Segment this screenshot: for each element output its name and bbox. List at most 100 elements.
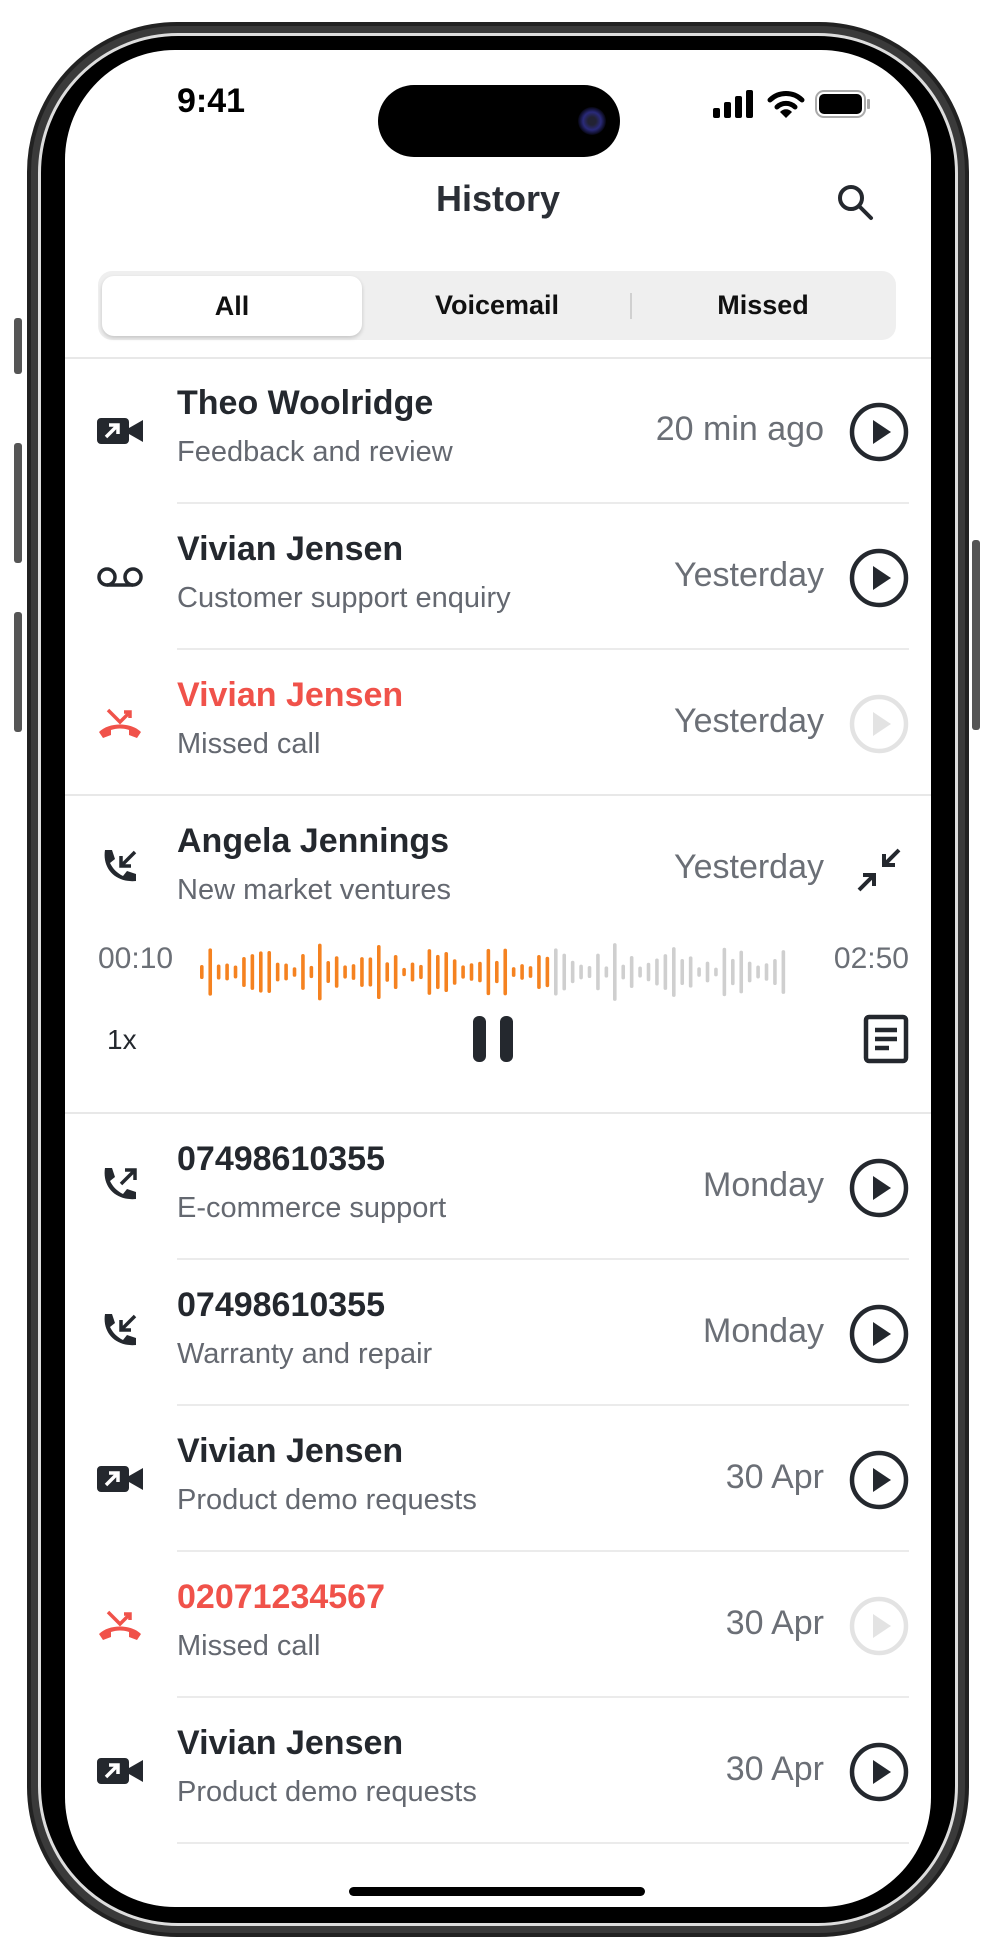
call-row[interactable]: 07498610355 E-commerce support Monday bbox=[65, 1114, 931, 1260]
play-button[interactable] bbox=[849, 402, 909, 462]
waveform-bar bbox=[739, 950, 744, 994]
waveform-bar bbox=[756, 965, 760, 979]
waveform-bar bbox=[444, 951, 449, 993]
waveform-bar bbox=[334, 956, 339, 988]
waveform-bar bbox=[579, 964, 583, 980]
power-button bbox=[972, 540, 980, 730]
waveform-bar bbox=[478, 961, 482, 983]
waveform-bar bbox=[326, 960, 331, 984]
contact-name: Vivian Jensen bbox=[177, 530, 404, 568]
contact-name: Theo Woolridge bbox=[177, 384, 434, 422]
waveform-bar bbox=[570, 960, 575, 984]
waveform-bar bbox=[461, 965, 465, 979]
waveform-bar bbox=[436, 954, 440, 990]
elapsed-time: 00:10 bbox=[98, 942, 174, 975]
waveform-bar bbox=[587, 965, 592, 979]
waveform-bar bbox=[663, 954, 668, 990]
pause-button[interactable] bbox=[471, 1014, 515, 1064]
waveform-bar bbox=[343, 965, 347, 979]
waveform-bar bbox=[318, 943, 322, 1001]
waveform-bar bbox=[613, 943, 617, 1001]
speed-button[interactable]: 1x bbox=[107, 1024, 137, 1056]
play-button[interactable] bbox=[849, 548, 909, 608]
waveform-bar bbox=[242, 956, 246, 988]
search-icon[interactable] bbox=[835, 182, 875, 222]
waveform-bar bbox=[452, 959, 457, 985]
waveform-scrubber[interactable] bbox=[200, 942, 790, 1002]
waveform-bar bbox=[284, 963, 288, 981]
play-button[interactable] bbox=[849, 1450, 909, 1510]
status-icons bbox=[713, 90, 871, 118]
screen: 9:41 History All Voicemail Missed Theo W… bbox=[65, 50, 931, 1907]
play-button[interactable] bbox=[849, 1158, 909, 1218]
voicemail-icon bbox=[95, 554, 145, 600]
wifi-icon bbox=[767, 91, 805, 118]
volume-up-button bbox=[14, 443, 22, 563]
waveform-bar bbox=[545, 956, 550, 988]
signal-icon bbox=[713, 90, 753, 118]
play-button bbox=[849, 694, 909, 754]
video-call-icon bbox=[95, 1456, 145, 1502]
waveform-bar bbox=[360, 957, 364, 987]
call-subtitle: Customer support enquiry bbox=[177, 582, 511, 614]
waveform-bar bbox=[697, 967, 701, 977]
camera-icon bbox=[578, 107, 606, 135]
call-time: Yesterday bbox=[674, 702, 824, 740]
waveform-bar bbox=[781, 950, 786, 994]
call-row[interactable]: Angela Jennings New market ventures Yest… bbox=[65, 796, 931, 942]
row-divider bbox=[177, 1842, 909, 1844]
contact-name: 07498610355 bbox=[177, 1286, 386, 1324]
waveform-bar bbox=[208, 948, 213, 996]
waveform-bar bbox=[722, 947, 727, 997]
waveform-bar bbox=[495, 960, 499, 984]
waveform-bar bbox=[537, 954, 541, 990]
tab-missed[interactable]: Missed bbox=[630, 271, 896, 340]
call-row[interactable]: Theo Woolridge Feedback and review 20 mi… bbox=[65, 358, 931, 504]
call-row[interactable]: Vivian Jensen Missed call Yesterday bbox=[65, 650, 931, 796]
waveform-bar bbox=[503, 948, 508, 996]
call-subtitle: Missed call bbox=[177, 728, 321, 760]
waveform-bar bbox=[368, 957, 373, 987]
call-time: Monday bbox=[703, 1166, 824, 1204]
waveform-bar bbox=[309, 965, 314, 979]
call-row[interactable]: 07498610355 Warranty and repair Monday bbox=[65, 1260, 931, 1406]
collapse-icon[interactable] bbox=[849, 840, 909, 900]
call-subtitle: Product demo requests bbox=[177, 1484, 477, 1516]
battery-icon bbox=[815, 90, 870, 118]
play-button[interactable] bbox=[849, 1742, 909, 1802]
call-row[interactable]: Vivian Jensen Customer support enquiry Y… bbox=[65, 504, 931, 650]
waveform-bar bbox=[402, 967, 406, 977]
incoming-call-icon bbox=[95, 846, 145, 892]
call-subtitle: New market ventures bbox=[177, 874, 451, 906]
waveform-bar bbox=[351, 964, 356, 980]
call-time: Yesterday bbox=[674, 556, 824, 594]
call-row[interactable]: Vivian Jensen Product demo requests 30 A… bbox=[65, 1698, 931, 1844]
contact-name: Angela Jennings bbox=[177, 822, 450, 860]
call-time: Monday bbox=[703, 1312, 824, 1350]
audio-player: 00:10 02:50 1x bbox=[65, 942, 931, 1112]
play-button[interactable] bbox=[849, 1304, 909, 1364]
waveform-bar bbox=[646, 962, 651, 982]
waveform-bar bbox=[216, 964, 221, 980]
call-time: 20 min ago bbox=[655, 410, 824, 448]
waveform-bar bbox=[393, 954, 398, 990]
tab-all[interactable]: All bbox=[102, 276, 362, 336]
video-call-icon bbox=[95, 1748, 145, 1794]
waveform-bar bbox=[200, 965, 204, 979]
call-time: 30 Apr bbox=[725, 1458, 824, 1496]
outgoing-call-icon bbox=[95, 1164, 145, 1210]
call-subtitle: E-commerce support bbox=[177, 1192, 447, 1224]
waveform-bar bbox=[511, 967, 516, 977]
missed-call-icon bbox=[95, 1602, 145, 1648]
duration: 02:50 bbox=[833, 942, 909, 975]
waveform-bar bbox=[747, 961, 752, 983]
call-subtitle: Warranty and repair bbox=[177, 1338, 433, 1370]
incoming-call-icon bbox=[95, 1310, 145, 1356]
tab-voicemail[interactable]: Voicemail bbox=[364, 271, 630, 340]
waveform-bar bbox=[469, 963, 474, 981]
call-row[interactable]: Vivian Jensen Product demo requests 30 A… bbox=[65, 1406, 931, 1552]
transcript-icon[interactable] bbox=[863, 1014, 909, 1064]
waveform-bar bbox=[655, 958, 659, 986]
volume-down-button bbox=[14, 612, 22, 732]
call-row[interactable]: 02071234567 Missed call 30 Apr bbox=[65, 1552, 931, 1698]
